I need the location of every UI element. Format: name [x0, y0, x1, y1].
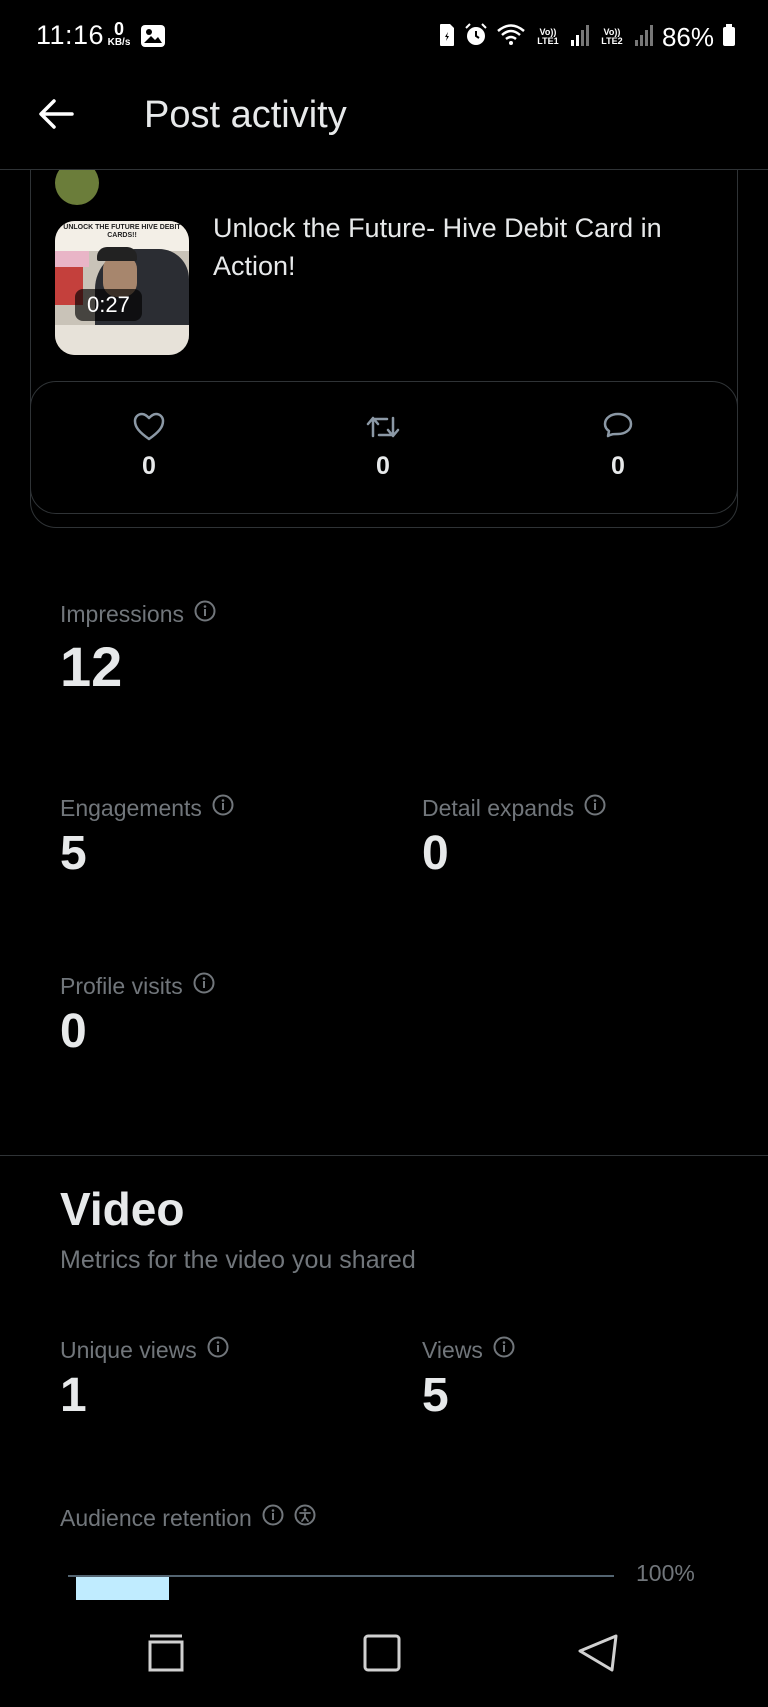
views-value: 5: [422, 1369, 449, 1422]
info-icon[interactable]: [262, 1504, 284, 1532]
video-thumbnail[interactable]: UNLOCK THE FUTURE HIVE DEBIT CARDS!! 0:2…: [55, 221, 189, 355]
likes-count: 0: [142, 452, 156, 480]
status-time: 11:16: [36, 20, 105, 50]
home-button[interactable]: [352, 1630, 412, 1680]
home-icon: [362, 1633, 402, 1678]
impressions-label: Impressions: [60, 600, 184, 627]
replies-stat: 0: [588, 412, 648, 481]
video-section-subtitle: Metrics for the video you shared: [60, 1246, 416, 1274]
sim1-label: Vo)) LTE1: [537, 27, 559, 46]
impressions-value: 12: [60, 635, 123, 698]
retention-axis-max: 100%: [636, 1560, 695, 1586]
battery-icon: [722, 23, 736, 52]
thumbnail-graphic: [55, 251, 89, 267]
engagement-summary-card: 0 0 0: [30, 381, 738, 514]
arrow-left-icon: [38, 98, 74, 135]
reposts-count: 0: [376, 452, 390, 480]
engagements-value: 5: [60, 827, 87, 880]
system-nav-bar: [0, 1600, 768, 1707]
views-label: Views: [422, 1336, 483, 1363]
metric-profile-visits: Profile visits 0: [60, 972, 215, 1059]
retention-header: Audience retention: [60, 1504, 316, 1532]
unique-views-label: Unique views: [60, 1336, 197, 1363]
profile-visits-label: Profile visits: [60, 972, 183, 999]
metric-impressions: Impressions 12: [60, 600, 216, 699]
unique-views-value: 1: [60, 1369, 87, 1422]
heart-icon: [119, 412, 179, 442]
recent-apps-button[interactable]: [136, 1630, 196, 1680]
gallery-icon: [140, 24, 166, 53]
profile-visits-value: 0: [60, 1005, 87, 1058]
sim2-label: Vo)) LTE2: [601, 27, 623, 46]
network-speed-unit: KB/s: [107, 37, 131, 48]
alarm-icon: [464, 22, 488, 52]
likes-stat: 0: [119, 412, 179, 481]
engagements-label: Engagements: [60, 794, 202, 821]
info-icon[interactable]: [207, 1336, 229, 1364]
signal-icon: [570, 24, 590, 51]
repost-icon: [353, 412, 413, 442]
post-text: Unlock the Future- Hive Debit Card in Ac…: [213, 213, 662, 281]
recent-apps-icon: [146, 1633, 186, 1678]
info-icon[interactable]: [193, 972, 215, 1000]
replies-count: 0: [611, 452, 625, 480]
battery-percent: 86%: [661, 21, 714, 52]
section-divider: [0, 1155, 768, 1156]
network-speed-value: 0: [113, 19, 124, 39]
metric-unique-views: Unique views 1: [60, 1336, 229, 1423]
reposts-stat: 0: [353, 412, 413, 481]
avatar: [55, 170, 99, 205]
info-icon[interactable]: [212, 794, 234, 822]
page-title: Post activity: [144, 94, 347, 136]
detail-expands-label: Detail expands: [422, 794, 575, 821]
info-icon[interactable]: [584, 794, 606, 822]
thumbnail-graphic: [55, 325, 189, 355]
retention-bar: [76, 1577, 169, 1600]
detail-expands-value: 0: [422, 827, 449, 880]
app-bar: Post activity: [0, 72, 768, 170]
metric-views: Views 5: [422, 1336, 515, 1423]
wifi-icon: [496, 23, 526, 52]
video-section-title: Video: [60, 1183, 185, 1235]
metric-engagements: Engagements 5: [60, 794, 234, 881]
status-bar: 11:16 0 KB/s Vo)) LTE1 Vo)) LTE2 86%: [0, 0, 768, 72]
thumbnail-graphic: [97, 247, 137, 261]
metric-detail-expands: Detail expands 0: [422, 794, 606, 881]
info-icon[interactable]: [493, 1336, 515, 1364]
status-icons: Vo)) LTE1 Vo)) LTE2 86%: [438, 22, 736, 52]
video-duration-badge: 0:27: [75, 289, 142, 321]
reply-icon: [588, 412, 648, 442]
back-button[interactable]: [34, 94, 78, 138]
signal-icon-2: [634, 24, 654, 51]
back-nav-button[interactable]: [568, 1630, 628, 1680]
info-icon[interactable]: [194, 600, 216, 628]
accessibility-icon[interactable]: [294, 1504, 316, 1532]
retention-label: Audience retention: [60, 1504, 252, 1531]
content-scroll[interactable]: UNLOCK THE FUTURE HIVE DEBIT CARDS!! 0:2…: [0, 170, 768, 1600]
sim-card-icon: [438, 23, 456, 52]
back-triangle-icon: [576, 1633, 620, 1678]
network-speed: 0 KB/s: [104, 20, 134, 48]
